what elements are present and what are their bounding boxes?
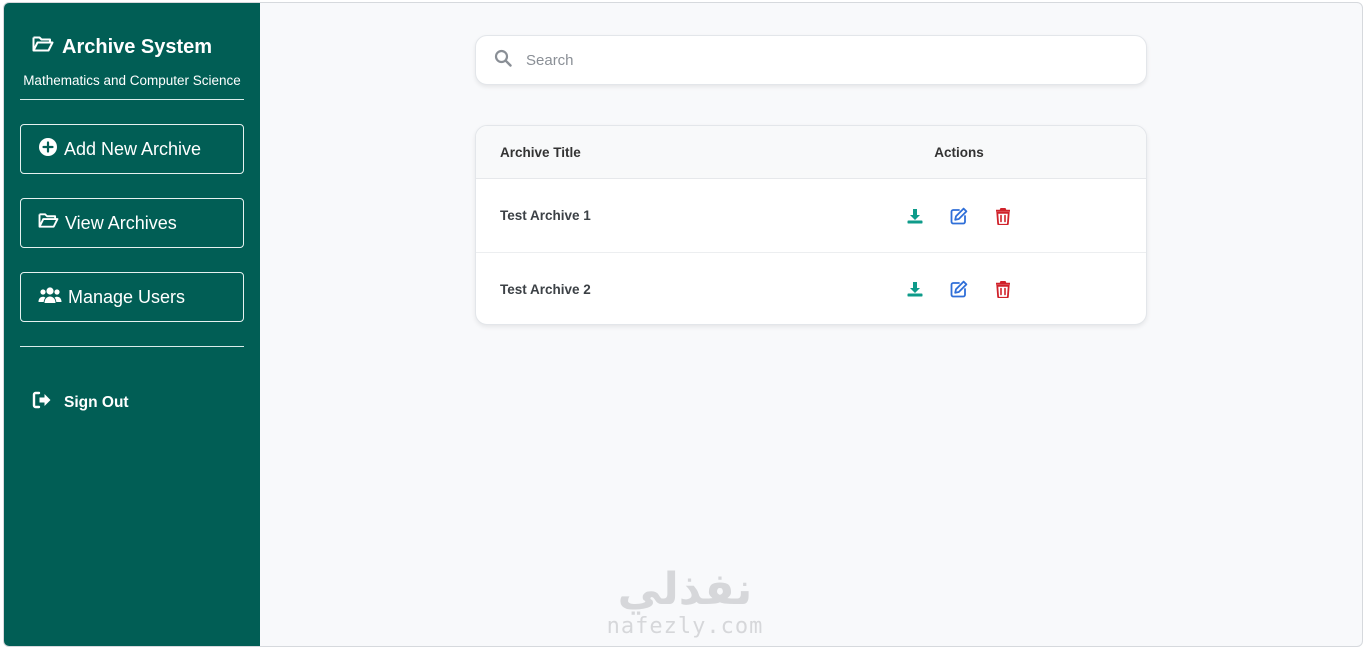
manage-users-button[interactable]: Manage Users (20, 272, 244, 322)
row-actions (876, 204, 1042, 228)
sign-out-button[interactable]: Sign Out (32, 391, 129, 414)
watermark-latin: nafezly.com (606, 614, 764, 639)
sidebar-divider (20, 346, 244, 347)
sign-out-icon (32, 391, 52, 414)
brand-title: Archive System (32, 35, 260, 59)
main-content: Archive Title Actions Test Archive 1 (260, 3, 1362, 646)
search-input[interactable] (526, 51, 1086, 69)
search-icon (494, 49, 512, 72)
table-row: Test Archive 1 (476, 179, 1146, 252)
trash-icon[interactable] (991, 204, 1015, 228)
download-icon[interactable] (903, 277, 927, 301)
table-row: Test Archive 2 (476, 252, 1146, 324)
edit-icon[interactable] (947, 277, 971, 301)
users-icon (38, 286, 62, 309)
view-archives-button[interactable]: View Archives (20, 198, 244, 248)
trash-icon[interactable] (991, 277, 1015, 301)
table-header: Archive Title Actions (476, 126, 1146, 179)
archive-title: Test Archive 1 (500, 208, 591, 223)
add-new-archive-label: Add New Archive (64, 138, 202, 159)
folder-open-icon (38, 212, 59, 234)
column-header-title: Archive Title (500, 144, 581, 160)
sign-out-label: Sign Out (64, 393, 129, 411)
watermark-arabic: نفذلي (617, 564, 753, 615)
manage-users-label: Manage Users (68, 286, 186, 307)
folder-open-icon (32, 35, 54, 59)
view-archives-label: View Archives (65, 212, 177, 233)
edit-icon[interactable] (947, 204, 971, 228)
row-actions (876, 277, 1042, 301)
sidebar: Archive System Mathematics and Computer … (4, 3, 260, 646)
column-header-actions: Actions (934, 144, 984, 160)
watermark: نفذلي nafezly.com (595, 565, 775, 639)
plus-circle-icon (38, 137, 58, 162)
brand: Archive System Mathematics and Computer … (4, 35, 260, 89)
brand-subtitle: Mathematics and Computer Science (23, 73, 241, 88)
search-bar (475, 35, 1147, 85)
brand-title-text: Archive System (62, 35, 213, 58)
add-new-archive-button[interactable]: Add New Archive (20, 124, 244, 174)
sidebar-divider (20, 99, 244, 100)
archives-table: Archive Title Actions Test Archive 1 Tes… (475, 125, 1147, 325)
download-icon[interactable] (903, 204, 927, 228)
app-window: Archive System Mathematics and Computer … (3, 2, 1363, 647)
archive-title: Test Archive 2 (500, 281, 591, 297)
